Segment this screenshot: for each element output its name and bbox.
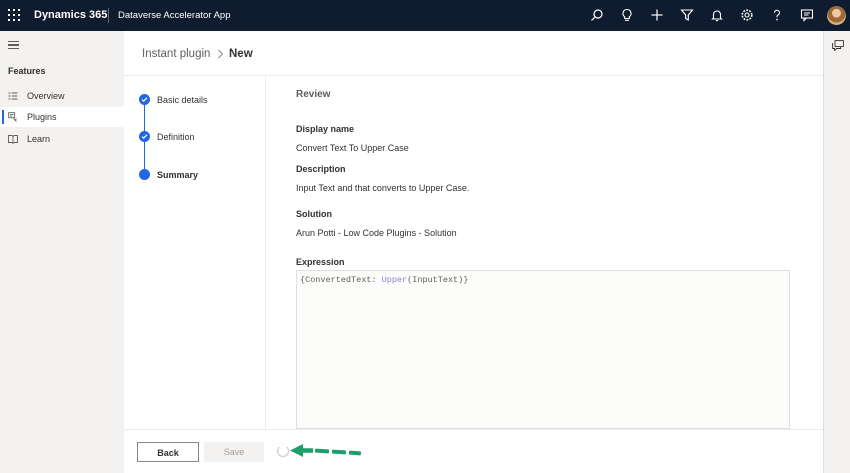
chat-panel-icon[interactable] [832,40,844,51]
breadcrumb-separator [217,49,224,62]
save-button[interactable]: Save [204,442,264,462]
sidebar-item-plugins[interactable]: Plugins [0,107,124,127]
hamburger-menu-icon[interactable] [8,41,19,49]
top-bar: Dynamics 365 Dataverse Accelerator App [0,0,850,31]
right-rail [823,31,850,473]
review-title: Review [296,89,331,100]
back-button[interactable]: Back [137,442,199,462]
solution-label: Solution [296,209,332,219]
step-current-icon [139,169,150,180]
breadcrumb-current: New [229,48,253,60]
header-divider [124,75,823,76]
expression-suffix: (InputText)} [407,275,469,285]
sidebar: Features Overview Plugins Learn [0,31,124,473]
plugins-icon [8,112,17,122]
sidebar-section-title: Features [8,66,46,76]
filter-icon[interactable] [680,8,694,22]
description-value: Input Text and that converts to Upper Ca… [296,183,470,193]
help-icon[interactable] [770,8,784,22]
book-icon [8,135,18,144]
sidebar-item-label: Plugins [27,112,57,122]
gear-icon[interactable] [740,8,754,22]
sidebar-item-label: Learn [27,134,51,144]
step-summary[interactable]: Summary [157,170,198,180]
sidebar-item-learn[interactable]: Learn [0,129,124,149]
display-name-value: Convert Text To Upper Case [296,143,409,153]
overview-icon [8,92,18,100]
step-completed-icon [139,131,150,142]
step-completed-icon [139,94,150,105]
chevron-right-icon [218,49,224,59]
search-icon[interactable] [590,8,604,22]
main-content: Instant plugin New Basic details Definit… [124,31,823,473]
app-name[interactable]: Dataverse Accelerator App [118,10,230,21]
brand-name[interactable]: Dynamics 365 [34,9,107,21]
description-label: Description [296,164,346,174]
active-indicator [2,110,4,124]
app-launcher-icon[interactable] [8,9,20,21]
expression-editor[interactable]: {ConvertedText: Upper(InputText)} [296,270,790,429]
annotation-arrow-icon [290,444,362,457]
header-divider [108,8,109,23]
chat-icon[interactable] [800,8,814,22]
add-icon[interactable] [650,8,664,22]
expression-label: Expression [296,257,345,267]
step-basic-details[interactable]: Basic details [157,95,208,105]
bell-icon[interactable] [710,8,724,22]
content-divider [265,76,266,429]
expression-prefix: {ConvertedText: [300,275,382,285]
breadcrumb-parent[interactable]: Instant plugin [142,48,210,60]
lightbulb-icon[interactable] [620,8,634,22]
step-definition[interactable]: Definition [157,132,195,142]
footer-divider [124,429,823,430]
sidebar-item-label: Overview [27,91,65,101]
expression-function: Upper [381,275,408,285]
display-name-label: Display name [296,124,355,134]
solution-value: Arun Potti - Low Code Plugins - Solution [296,228,457,238]
avatar[interactable] [827,6,846,25]
sidebar-item-overview[interactable]: Overview [0,86,124,106]
